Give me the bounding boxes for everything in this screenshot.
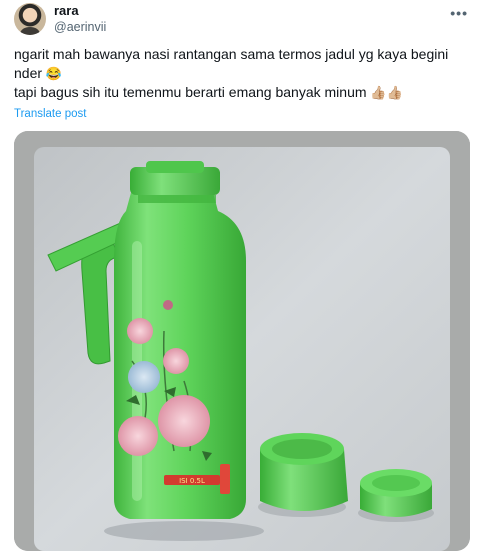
tweet-line-2: nder 😂: [14, 64, 470, 83]
more-options-icon[interactable]: •••: [450, 5, 468, 21]
author-avatar[interactable]: [14, 3, 46, 35]
tweet-body: ngarit mah bawanya nasi rantangan sama t…: [14, 45, 470, 102]
tweet-line-3-text: tapi bagus sih itu temenmu berarti emang…: [14, 84, 367, 100]
laughing-emoji-icon: 😂: [45, 66, 63, 81]
thumbs-up-emoji-icon: 👍🏼👍🏼: [370, 85, 403, 100]
author-name[interactable]: rara: [54, 3, 79, 18]
thermos-photo: ISI 0.5L: [14, 131, 470, 551]
tweet-line-3: tapi bagus sih itu temenmu berarti emang…: [14, 83, 470, 102]
author-handle[interactable]: @aerinvii: [54, 20, 106, 34]
tweet-line-2-text: nder: [14, 65, 43, 81]
tweet-line-1: ngarit mah bawanya nasi rantangan sama t…: [14, 46, 449, 62]
thermos-label-text: ISI 0.5L: [179, 477, 205, 485]
tweet-media-photo[interactable]: ISI 0.5L: [14, 131, 470, 551]
translate-post-link[interactable]: Translate post: [14, 108, 86, 120]
tweet-header: rara @aerinvii •••: [0, 0, 480, 40]
